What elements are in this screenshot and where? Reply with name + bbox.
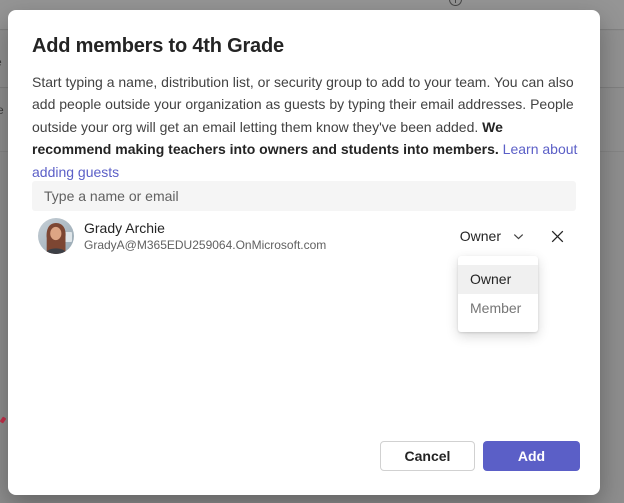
- dialog-description: Start typing a name, distribution list, …: [32, 71, 579, 183]
- member-email: GradyA@M365EDU259064.OnMicrosoft.com: [84, 238, 460, 252]
- background-text-fragment: ce: [0, 104, 4, 116]
- dialog-title: Add members to 4th Grade: [32, 35, 284, 58]
- add-members-dialog: Add members to 4th Grade Start typing a …: [8, 10, 600, 495]
- cancel-button[interactable]: Cancel: [380, 441, 475, 471]
- member-search-input[interactable]: [32, 181, 576, 211]
- member-name: Grady Archie: [84, 220, 460, 236]
- dialog-footer: Cancel Add: [380, 441, 580, 471]
- remove-member-button[interactable]: [548, 227, 567, 246]
- role-option-member[interactable]: Member: [458, 294, 538, 323]
- member-identity: Grady Archie GradyA@M365EDU259064.OnMicr…: [84, 220, 460, 252]
- background-artifact: [0, 416, 6, 423]
- add-button[interactable]: Add: [483, 441, 580, 471]
- member-row: Grady Archie GradyA@M365EDU259064.OnMicr…: [32, 214, 576, 258]
- role-dropdown-menu: Owner Member: [458, 256, 538, 332]
- avatar: [38, 218, 74, 254]
- role-option-owner[interactable]: Owner: [458, 265, 538, 294]
- close-icon: [550, 232, 565, 247]
- background-text-fragment: e: [0, 56, 2, 68]
- role-dropdown-trigger[interactable]: Owner: [460, 228, 525, 244]
- chevron-down-icon: [512, 230, 525, 243]
- role-selected-label: Owner: [460, 228, 501, 244]
